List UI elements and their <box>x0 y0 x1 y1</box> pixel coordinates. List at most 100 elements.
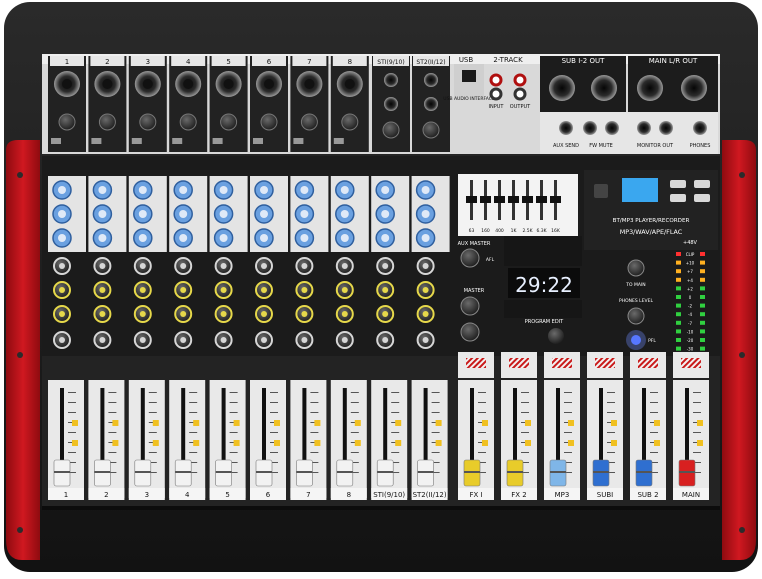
io-channel-number: 6 <box>267 58 272 66</box>
meter-scale-label: -30 <box>687 347 694 352</box>
eq-band-label: 160 <box>481 228 490 234</box>
master-fader-3: MP3 <box>544 380 580 500</box>
io-channel-number: 1 <box>65 58 69 66</box>
eq-slider-2[interactable] <box>480 196 491 203</box>
player-lcd <box>622 178 658 202</box>
phantom-label: +48V <box>683 240 698 246</box>
aux-master-label: AUX MASTER <box>458 241 491 247</box>
io-channel-6: 6 <box>250 56 288 152</box>
fader-label: 3 <box>145 491 149 499</box>
fw-mute-label: FW MUTE <box>589 143 613 149</box>
meter-scale-label: -7 <box>688 321 692 326</box>
io-channel-7: 7 <box>290 56 329 152</box>
eq-band-label: 400 <box>495 228 504 234</box>
io-stereo-2: ST2(II/12) <box>412 56 450 152</box>
io-stereo-1: STI(9/10) <box>372 56 410 152</box>
fader-label: FX I <box>469 491 482 499</box>
io-channel-number: 4 <box>186 58 191 66</box>
fader-label: 7 <box>306 491 310 499</box>
gain-knob[interactable] <box>220 113 238 131</box>
eq-slider-3[interactable] <box>494 196 505 203</box>
eq-band-label: 16K <box>551 228 561 234</box>
channel-fader-3: 3 <box>128 380 165 500</box>
meter-scale-label: +7 <box>687 269 693 274</box>
eq-slider-6[interactable] <box>536 196 547 203</box>
gain-knob[interactable] <box>422 121 440 139</box>
pfl-label: PFL <box>648 338 656 344</box>
master-mute-1 <box>458 352 494 378</box>
eq-band-label: 6.3K <box>536 228 547 234</box>
fader-label: SUBI <box>597 491 613 499</box>
master-mute-4 <box>587 352 623 378</box>
mute-button[interactable] <box>638 358 658 368</box>
jack-left[interactable] <box>424 73 438 87</box>
player-title: BT/MP3 PLAYER/RECORDER <box>613 218 690 224</box>
eq-slider-5[interactable] <box>522 196 533 203</box>
usb-label: USB <box>459 56 474 64</box>
meter-scale-label: CLIP <box>686 252 695 257</box>
meter-scale-label: -4 <box>688 312 692 317</box>
main-out-label: MAIN L/R OUT <box>649 57 698 65</box>
mute-button[interactable] <box>595 358 615 368</box>
channel-fader-9: STI(9/10) <box>371 380 408 500</box>
io-channel-3: 3 <box>128 56 167 152</box>
eq-slider-1[interactable] <box>466 196 477 203</box>
channel-fader-5: 5 <box>209 380 246 500</box>
channel-fader-4: 4 <box>169 380 206 500</box>
gain-knob[interactable] <box>382 121 400 139</box>
io-channel-4: 4 <box>169 56 208 152</box>
sub-out-block: SUB I-2 OUT <box>540 56 626 112</box>
mute-button[interactable] <box>509 358 529 368</box>
channel-fader-7: 7 <box>290 380 327 500</box>
io-stereo-label: ST2(II/12) <box>416 59 445 66</box>
mute-button[interactable] <box>681 358 701 368</box>
mute-button[interactable] <box>552 358 572 368</box>
gain-knob[interactable] <box>98 113 116 131</box>
fader-label: 2 <box>104 491 108 499</box>
jack-right[interactable] <box>384 97 398 111</box>
master-mute-3 <box>544 352 580 378</box>
meter-scale-label: +2 <box>687 286 693 291</box>
usb-caption: USB AUDIO INTERFACE <box>443 96 495 102</box>
meter-scale-label: +10 <box>686 261 695 266</box>
meter-scale-label: 0 <box>689 295 692 300</box>
meter-scale-label: +4 <box>687 278 693 283</box>
master-mute-5 <box>630 352 666 378</box>
monitor-out-label: MONITOR OUT <box>637 143 674 149</box>
channel-fader-2: 2 <box>88 380 125 500</box>
eq-band-label: 2.5K <box>522 228 533 234</box>
gain-knob[interactable] <box>260 113 278 131</box>
two-track-output: OUTPUT <box>510 104 531 110</box>
gain-knob[interactable] <box>341 113 359 131</box>
io-channel-1: 1 <box>48 56 86 152</box>
gain-knob[interactable] <box>139 113 157 131</box>
sub-out-label: SUB I-2 OUT <box>562 57 605 65</box>
master-fader-2: FX 2 <box>501 380 537 500</box>
io-channel-number: 7 <box>307 58 311 66</box>
gain-knob[interactable] <box>179 113 197 131</box>
aux-send-label: AUX SEND <box>553 143 579 149</box>
eq-slider-4[interactable] <box>508 196 519 203</box>
channel-fader-8: 8 <box>330 380 367 500</box>
channel-fader-1: 1 <box>48 380 84 500</box>
front-lip <box>42 506 720 510</box>
phones-level-label: PHONES LEVEL <box>619 298 653 304</box>
gain-knob[interactable] <box>300 113 318 131</box>
gain-knob[interactable] <box>58 113 76 131</box>
channel-fader-6: 6 <box>250 380 286 500</box>
io-channel-number: 5 <box>226 58 230 66</box>
mute-button[interactable] <box>466 358 486 368</box>
aux-monitor-phones-row: AUX SEND FW MUTE MONITOR OUT PHONES <box>540 112 718 154</box>
master-fader-4: SUBI <box>587 380 623 500</box>
channel-fader-10: ST2(II/12) <box>411 380 448 500</box>
fader-label: 1 <box>64 491 68 499</box>
fader-label: STI(9/10) <box>373 491 405 499</box>
right-side-cheek <box>722 140 756 560</box>
master-fader-5: SUB 2 <box>630 380 666 500</box>
eq-slider-7[interactable] <box>550 196 561 203</box>
jack-left[interactable] <box>384 73 398 87</box>
fader-label: SUB 2 <box>637 491 658 499</box>
jack-right[interactable] <box>424 97 438 111</box>
io-channel-2: 2 <box>88 56 127 152</box>
master-mute-2 <box>501 352 537 378</box>
